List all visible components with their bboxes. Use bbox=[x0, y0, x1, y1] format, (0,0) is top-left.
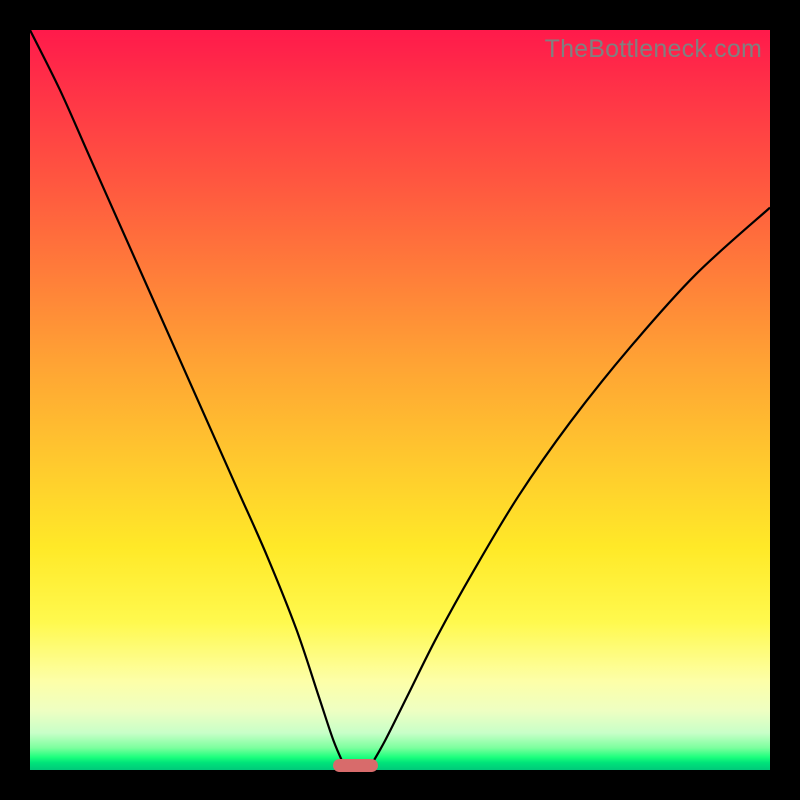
bottleneck-curve bbox=[30, 30, 770, 770]
optimal-range-marker bbox=[333, 759, 377, 772]
plot-area: TheBottleneck.com bbox=[30, 30, 770, 770]
curve-left-branch bbox=[30, 30, 345, 766]
curve-right-branch bbox=[370, 208, 770, 767]
chart-frame: TheBottleneck.com bbox=[0, 0, 800, 800]
